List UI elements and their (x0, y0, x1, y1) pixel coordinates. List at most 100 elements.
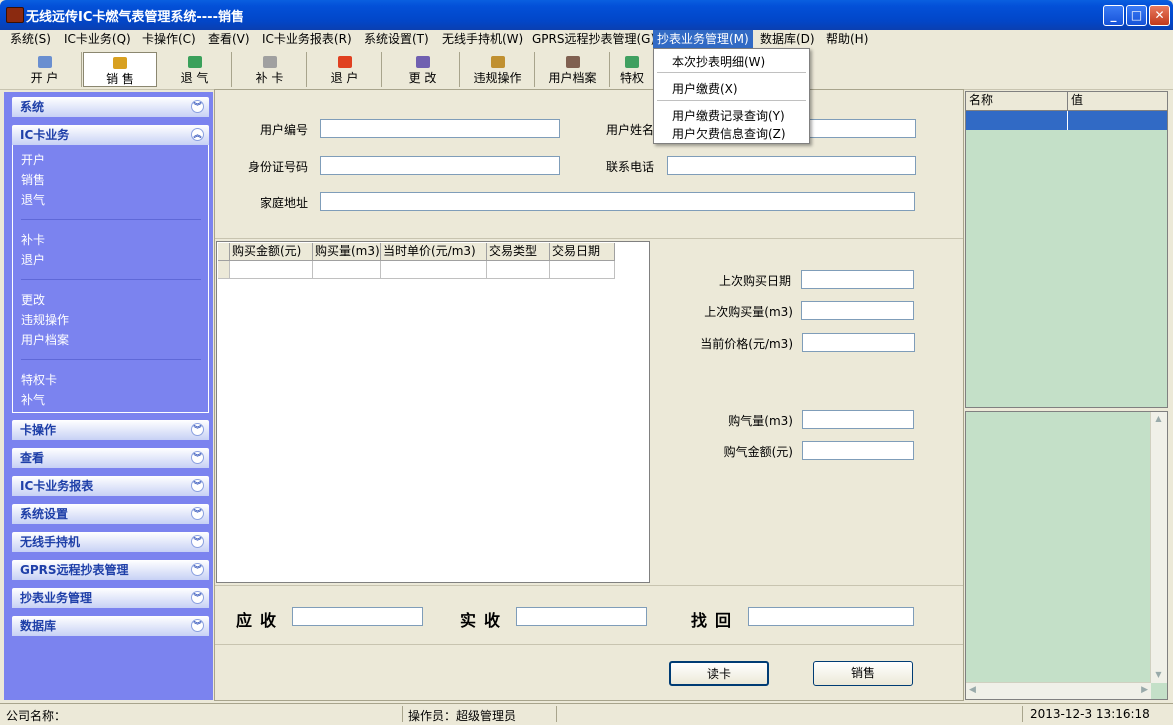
menu-ic-business[interactable]: IC卡业务(Q) (60, 30, 135, 49)
menu-system[interactable]: 系统(S) (6, 30, 55, 49)
received-input[interactable] (516, 607, 647, 626)
chevron-down-icon[interactable]: ︾ (191, 423, 204, 436)
grid-header[interactable]: 购买量(m3) (313, 243, 381, 261)
menu-item-arrears-query[interactable]: 用户欠费信息查询(Z) (672, 125, 786, 142)
grid-header[interactable]: 交易类型 (487, 243, 550, 261)
toolbar-user-records[interactable]: 用户档案 (536, 52, 610, 87)
nav-section-meter-reading[interactable]: 抄表业务管理 ︾ (12, 588, 209, 608)
scroll-up-icon[interactable]: ▲ (1153, 414, 1164, 425)
scroll-right-icon[interactable]: ▶ (1141, 685, 1148, 695)
nav-section-settings[interactable]: 系统设置 ︾ (12, 504, 209, 524)
last-date-label: 上次购买日期 (718, 274, 791, 288)
nav-section-view[interactable]: 查看 ︾ (12, 448, 209, 468)
horizontal-scrollbar[interactable]: ◀ ▶ (966, 682, 1151, 699)
scroll-left-icon[interactable]: ◀ (969, 685, 976, 695)
toolbar-refund-gas[interactable]: 退 气 (158, 52, 232, 87)
grid-cell[interactable] (487, 261, 550, 279)
chevron-down-icon[interactable]: ︾ (191, 479, 204, 492)
minimize-button[interactable]: _ (1103, 5, 1124, 26)
grid-row-header[interactable] (218, 261, 230, 279)
menu-card-ops[interactable]: 卡操作(C) (138, 30, 200, 49)
property-value-header[interactable]: 值 (1068, 92, 1167, 111)
close-button[interactable]: ✕ (1149, 5, 1170, 26)
toolbar-close-account[interactable]: 退 户 (308, 52, 382, 87)
nav-item-modify[interactable]: 更改 (21, 291, 45, 308)
grid-header[interactable]: 购买金额(元) (230, 243, 313, 261)
nav-section-database[interactable]: 数据库 ︾ (12, 616, 209, 636)
grid-cell[interactable] (550, 261, 615, 279)
toolbar-reissue-card[interactable]: 补 卡 (233, 52, 307, 87)
user-no-input[interactable] (320, 119, 560, 138)
grid-header[interactable]: 当时单价(元/m3) (381, 243, 487, 261)
grid-cell[interactable] (313, 261, 381, 279)
nav-section-ic-reports[interactable]: IC卡业务报表 ︾ (12, 476, 209, 496)
receivable-input[interactable] (292, 607, 423, 626)
nav-section-gprs[interactable]: GPRS远程抄表管理 ︾ (12, 560, 209, 580)
menu-help[interactable]: 帮助(H) (822, 30, 872, 49)
chevron-down-icon[interactable]: ︾ (191, 591, 204, 604)
property-row-selected-value[interactable] (1068, 111, 1167, 130)
last-date-input[interactable] (801, 270, 914, 289)
nav-item-reissue-card[interactable]: 补卡 (21, 231, 45, 248)
maximize-button[interactable]: □ (1126, 5, 1147, 26)
menu-view[interactable]: 查看(V) (204, 30, 254, 49)
chevron-down-icon[interactable]: ︾ (191, 507, 204, 520)
property-row-selected[interactable] (966, 111, 1068, 130)
id-no-input[interactable] (320, 156, 560, 175)
buy-qty-input[interactable] (802, 410, 914, 429)
nav-item-refill-gas[interactable]: 补气 (21, 391, 45, 408)
menu-gprs[interactable]: GPRS远程抄表管理(G) (528, 30, 659, 49)
phone-input[interactable] (667, 156, 916, 175)
grid-header[interactable]: 交易日期 (550, 243, 615, 261)
nav-item-refund-gas[interactable]: 退气 (21, 191, 45, 208)
property-grid[interactable]: 名称 值 (965, 91, 1168, 408)
menu-handheld[interactable]: 无线手持机(W) (438, 30, 527, 49)
nav-item-open-account[interactable]: 开户 (21, 151, 45, 168)
read-card-button[interactable]: 读卡 (669, 661, 769, 686)
grid-cell[interactable] (230, 261, 313, 279)
scroll-down-icon[interactable]: ▼ (1153, 670, 1164, 681)
app-icon[interactable] (6, 7, 24, 23)
nav-item-user-records[interactable]: 用户档案 (21, 331, 69, 348)
sell-button[interactable]: 销售 (813, 661, 913, 686)
menu-item-reading-details[interactable]: 本次抄表明细(W) (672, 53, 765, 70)
toolbar-privilege[interactable]: 特权 (611, 52, 653, 87)
menu-separator (657, 100, 806, 101)
menu-separator (657, 72, 806, 73)
change-input[interactable] (748, 607, 914, 626)
nav-section-handheld[interactable]: 无线手持机 ︾ (12, 532, 209, 552)
menu-item-user-payment[interactable]: 用户缴费(X) (672, 80, 738, 97)
toolbar-modify[interactable]: 更 改 (386, 52, 460, 87)
chevron-down-icon[interactable]: ︾ (191, 563, 204, 576)
toolbar-open-account[interactable]: 开 户 (8, 52, 82, 87)
chevron-down-icon[interactable]: ︾ (191, 100, 204, 113)
chevron-down-icon[interactable]: ︾ (191, 619, 204, 632)
nav-item-sell[interactable]: 销售 (21, 171, 45, 188)
cur-price-input[interactable] (802, 333, 915, 352)
menu-item-payment-history[interactable]: 用户缴费记录查询(Y) (672, 107, 785, 124)
last-qty-input[interactable] (801, 301, 914, 320)
property-name-header[interactable]: 名称 (966, 92, 1068, 111)
menu-database[interactable]: 数据库(D) (756, 30, 819, 49)
menu-meter-reading[interactable]: 抄表业务管理(M) (653, 30, 753, 49)
nav-item-close-account[interactable]: 退户 (21, 251, 45, 268)
chevron-down-icon[interactable]: ︾ (191, 535, 204, 548)
nav-section-ic-business[interactable]: IC卡业务 ︽ (12, 125, 209, 145)
toolbar-violation[interactable]: 违规操作 (461, 52, 535, 87)
grid-cell[interactable] (381, 261, 487, 279)
toolbar: 开 户 销 售 退 气 补 卡 退 户 更 改 违规操作 用户档案 特权 (0, 49, 1173, 90)
nav-section-system[interactable]: 系统 ︾ (12, 97, 209, 117)
nav-item-violation[interactable]: 违规操作 (21, 311, 69, 328)
received-label: 实收 (460, 611, 509, 630)
chevron-down-icon[interactable]: ︾ (191, 451, 204, 464)
chevron-up-icon[interactable]: ︽ (191, 128, 204, 141)
buy-amount-input[interactable] (802, 441, 914, 460)
transaction-grid[interactable]: 购买金额(元) 购买量(m3) 当时单价(元/m3) 交易类型 交易日期 (216, 241, 650, 583)
address-input[interactable] (320, 192, 915, 211)
menu-ic-reports[interactable]: IC卡业务报表(R) (258, 30, 356, 49)
toolbar-sell[interactable]: 销 售 (83, 52, 157, 87)
vertical-scrollbar[interactable]: ▲ ▼ (1150, 412, 1167, 683)
menu-settings[interactable]: 系统设置(T) (360, 30, 433, 49)
nav-item-privilege-card[interactable]: 特权卡 (21, 371, 57, 388)
nav-section-card-ops[interactable]: 卡操作 ︾ (12, 420, 209, 440)
